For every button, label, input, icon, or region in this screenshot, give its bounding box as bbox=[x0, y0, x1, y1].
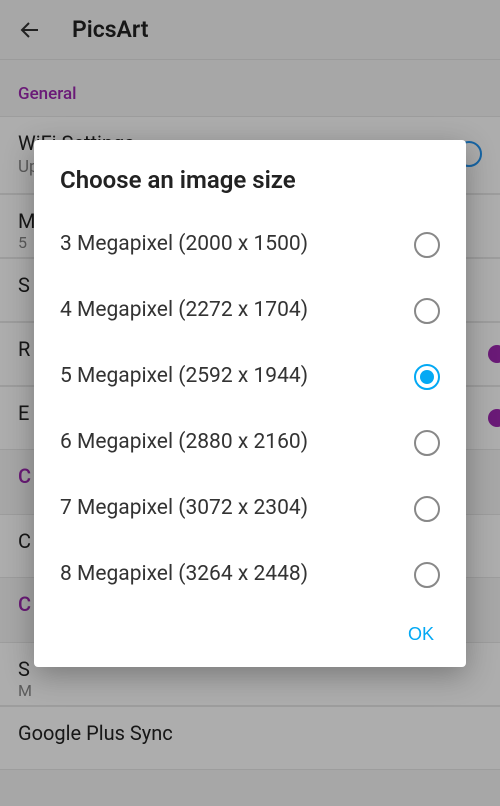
ok-button[interactable]: OK bbox=[398, 618, 444, 651]
image-size-option[interactable]: 3 Megapixel (2000 x 1500) bbox=[34, 212, 466, 278]
radio-icon[interactable] bbox=[414, 562, 440, 588]
option-label: 4 Megapixel (2272 x 1704) bbox=[60, 297, 414, 324]
image-size-option[interactable]: 7 Megapixel (3072 x 2304) bbox=[34, 476, 466, 542]
option-label: 6 Megapixel (2880 x 2160) bbox=[60, 429, 414, 456]
radio-icon[interactable] bbox=[414, 298, 440, 324]
option-label: 3 Megapixel (2000 x 1500) bbox=[60, 231, 414, 258]
dialog-title: Choose an image size bbox=[34, 162, 466, 212]
radio-icon[interactable] bbox=[414, 232, 440, 258]
radio-icon[interactable] bbox=[414, 430, 440, 456]
radio-icon[interactable] bbox=[414, 364, 440, 390]
image-size-option[interactable]: 8 Megapixel (3264 x 2448) bbox=[34, 542, 466, 608]
image-size-dialog: Choose an image size 3 Megapixel (2000 x… bbox=[34, 140, 466, 667]
options-list: 3 Megapixel (2000 x 1500) 4 Megapixel (22… bbox=[34, 212, 466, 608]
option-label: 7 Megapixel (3072 x 2304) bbox=[60, 495, 414, 522]
image-size-option[interactable]: 6 Megapixel (2880 x 2160) bbox=[34, 410, 466, 476]
image-size-option[interactable]: 4 Megapixel (2272 x 1704) bbox=[34, 278, 466, 344]
radio-icon[interactable] bbox=[414, 496, 440, 522]
option-label: 8 Megapixel (3264 x 2448) bbox=[60, 561, 414, 588]
image-size-option[interactable]: 5 Megapixel (2592 x 1944) bbox=[34, 344, 466, 410]
option-label: 5 Megapixel (2592 x 1944) bbox=[60, 363, 414, 390]
modal-overlay[interactable]: Choose an image size 3 Megapixel (2000 x… bbox=[0, 0, 500, 806]
